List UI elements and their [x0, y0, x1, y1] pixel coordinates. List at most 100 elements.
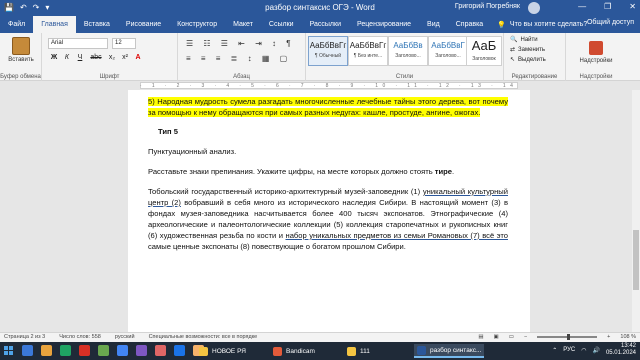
addins-label: Надстройки — [579, 74, 613, 80]
windows-start-icon[interactable] — [4, 346, 14, 356]
user-name[interactable]: Григорий Погребняк — [455, 3, 520, 10]
pinned-app-icon[interactable] — [174, 345, 185, 356]
system-tray: ⌃ РУС ◠ 🔊 13:42 05.01.2024 — [552, 343, 636, 357]
style-no-spacing[interactable]: АаБбВвГг ¶ Без инте... — [348, 36, 388, 66]
bold-button[interactable]: Ж — [50, 54, 58, 61]
style-heading-1[interactable]: АаБбВв Заголово... — [388, 36, 428, 66]
volume-icon[interactable]: 🔊 — [592, 347, 599, 354]
underline-button[interactable]: Ч — [76, 54, 84, 61]
replace-button[interactable]: ⇄ Заменить — [510, 46, 545, 54]
page-count[interactable]: Страница 2 из 3 — [4, 334, 45, 340]
font-name-field[interactable]: Arial — [48, 38, 108, 49]
clipboard-label: Буфер обмена — [0, 74, 41, 80]
taskbar-app-111[interactable]: 111 — [344, 344, 373, 358]
maximize-button[interactable]: ❐ — [604, 2, 611, 11]
print-layout-icon[interactable]: ▣ — [494, 334, 499, 340]
paste-icon — [12, 37, 30, 55]
pinned-apps — [22, 345, 204, 356]
avatar[interactable] — [528, 2, 540, 14]
date: 05.01.2024 — [605, 350, 636, 356]
paste-button[interactable]: Вставить — [4, 37, 38, 63]
style-normal[interactable]: АаБбВвГг ¶ Обычный — [308, 36, 348, 66]
taskbar-app-novoe[interactable]: НОВОЕ РЯ — [196, 344, 249, 358]
align-buttons-icon[interactable]: ≡ ≡ ≡ ≣ ↕ ▦ ▢ — [186, 54, 291, 63]
task-paragraph: Тобольский государственный историко-архи… — [148, 187, 508, 251]
clock[interactable]: 13:42 05.01.2024 — [606, 343, 636, 357]
folder-icon — [347, 346, 356, 356]
search-icon: 🔍 — [510, 37, 518, 43]
window-title: разбор синтаксис ОГЭ - Word — [265, 3, 375, 12]
taskbar-app-word[interactable]: разбор синтакс... — [414, 344, 485, 358]
tab-review[interactable]: Рецензирование — [349, 16, 419, 33]
font-size-field[interactable]: 12 — [112, 38, 136, 49]
styles-label: Стили — [395, 74, 414, 80]
group-font: Arial 12 Ж К Ч abc x₂ x² A Шрифт — [42, 33, 178, 81]
accessibility-status[interactable]: Специальные возможности: все в порядке — [149, 334, 258, 340]
tab-home[interactable]: Главная — [33, 16, 76, 33]
ribbon-tabs: Файл Главная Вставка Рисование Конструкт… — [0, 16, 640, 33]
language[interactable]: русский — [115, 334, 135, 340]
replace-icon: ⇄ — [510, 47, 516, 53]
tab-file[interactable]: Файл — [0, 16, 33, 33]
list-buttons-icon[interactable]: ☰ ☷ ☰ ⇤ ⇥ ↕ ¶ — [186, 39, 295, 48]
wifi-icon[interactable]: ◠ — [581, 347, 586, 354]
type-heading: Тип 5 — [158, 127, 178, 136]
tab-layout[interactable]: Макет — [225, 16, 261, 33]
document-area: 5) Народная мудрость сумела разгадать мн… — [0, 90, 640, 332]
strikethrough-button[interactable]: abc — [89, 54, 103, 61]
bandicam-icon — [273, 346, 282, 356]
tab-help[interactable]: Справка — [448, 16, 491, 33]
pinned-app-icon[interactable] — [79, 345, 90, 356]
style-title[interactable]: АаБ Заголовок — [466, 36, 502, 66]
minimize-button[interactable]: — — [578, 2, 586, 11]
pinned-app-icon[interactable] — [136, 345, 147, 356]
ruler: · 1 · 2 · 3 · 4 · 5 · 6 · 7 · 8 · 9 · 10… — [0, 81, 640, 90]
scrollbar-thumb[interactable] — [633, 230, 639, 290]
pinned-app-icon[interactable] — [41, 345, 52, 356]
web-layout-icon[interactable]: ▭ — [509, 334, 514, 340]
italic-button[interactable]: К — [63, 54, 71, 61]
tab-draw[interactable]: Рисование — [118, 16, 169, 33]
style-heading-2[interactable]: АаБбВвГ Заголово... — [428, 36, 468, 66]
tell-me-box[interactable]: 💡 Что вы хотите сделать? — [491, 21, 587, 29]
taskbar: НОВОЕ РЯ Bandicam 111 разбор синтакс... … — [0, 342, 640, 360]
tab-insert[interactable]: Вставка — [76, 16, 118, 33]
analysis-line: Пунктуационный анализ. — [148, 147, 237, 156]
read-mode-icon[interactable]: ▤ — [478, 334, 483, 340]
share-button[interactable]: Общий доступ — [587, 19, 634, 26]
find-button[interactable]: 🔍 Найти — [510, 36, 538, 44]
tab-design[interactable]: Конструктор — [169, 16, 225, 33]
lightbulb-icon: 💡 — [497, 21, 506, 29]
superscript-button[interactable]: x² — [121, 54, 129, 61]
tab-references[interactable]: Ссылки — [261, 16, 302, 33]
window-controls: — ❐ ✕ — [578, 2, 636, 11]
addins-button[interactable]: Надстройки — [566, 33, 626, 64]
format-buttons: Ж К Ч abc x₂ x² A — [50, 54, 142, 61]
pinned-app-icon[interactable] — [98, 345, 109, 356]
document-content[interactable]: 5) Народная мудрость сумела разгадать мн… — [148, 96, 508, 252]
tab-view[interactable]: Вид — [419, 16, 448, 33]
zoom-level[interactable]: 108 % — [620, 334, 636, 340]
close-button[interactable]: ✕ — [629, 2, 636, 11]
chevron-up-icon[interactable]: ⌃ — [552, 347, 557, 354]
pinned-app-icon[interactable] — [155, 345, 166, 356]
select-button[interactable]: ↖ Выделить — [510, 56, 546, 64]
tab-mailings[interactable]: Рассылки — [302, 16, 349, 33]
group-styles: АаБбВвГг ¶ Обычный АаБбВвГг ¶ Без инте..… — [306, 33, 504, 81]
pinned-app-icon[interactable] — [117, 345, 128, 356]
zoom-slider[interactable] — [537, 334, 598, 340]
tray-language[interactable]: РУС — [563, 347, 575, 353]
document-page[interactable]: 5) Народная мудрость сумела разгадать мн… — [128, 90, 530, 332]
font-color-icon[interactable]: A — [134, 54, 142, 61]
word-count[interactable]: Число слов: 558 — [59, 334, 101, 340]
subscript-button[interactable]: x₂ — [108, 54, 116, 61]
zoom-out-button[interactable]: − — [524, 334, 527, 340]
pinned-app-icon[interactable] — [60, 345, 71, 356]
vertical-scrollbar[interactable] — [632, 90, 640, 332]
pinned-app-icon[interactable] — [22, 345, 33, 356]
zoom-knob[interactable] — [567, 334, 571, 340]
taskbar-app-bandicam[interactable]: Bandicam — [270, 344, 318, 358]
highlighted-paragraph: 5) Народная мудрость сумела разгадать мн… — [148, 97, 508, 117]
zoom-in-button[interactable]: + — [607, 334, 610, 340]
tell-me-text: Что вы хотите сделать? — [509, 21, 588, 28]
